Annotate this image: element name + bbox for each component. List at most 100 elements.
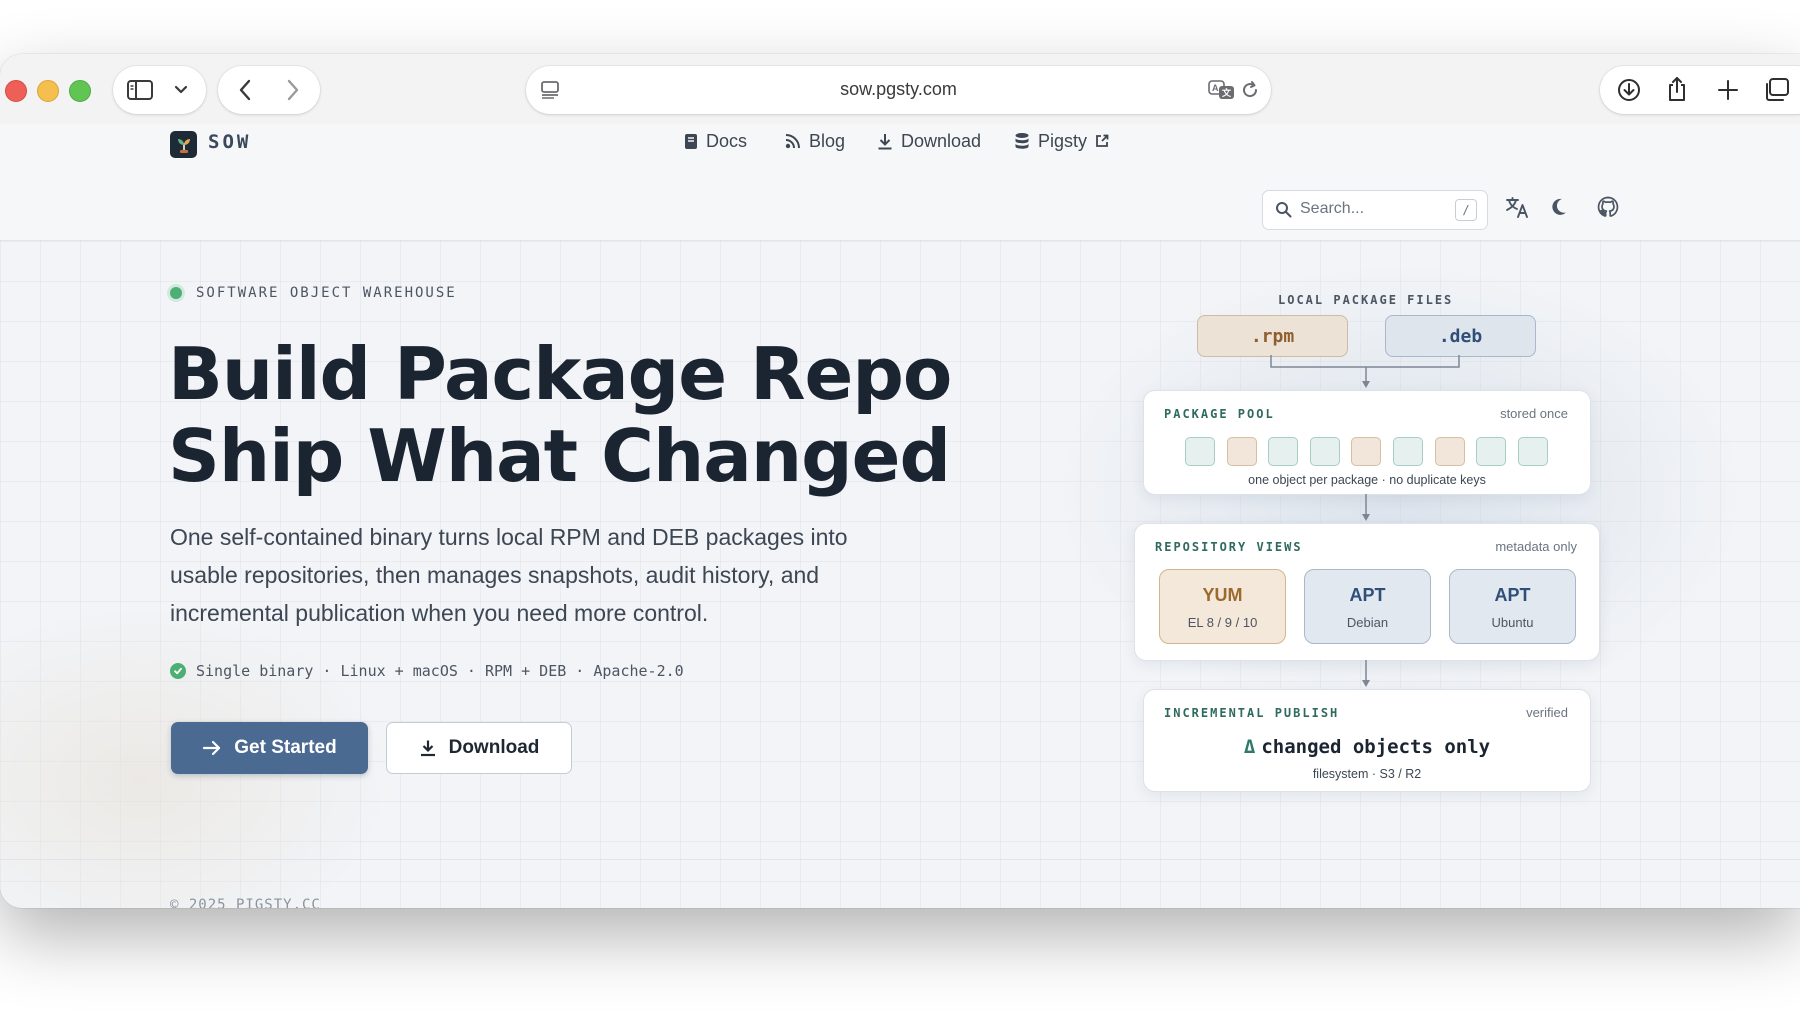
local-files-label: LOCAL PACKAGE FILES: [1278, 293, 1454, 307]
pool-views-connector: [1362, 494, 1370, 521]
download-button-label: Download: [448, 737, 540, 758]
package-pool-title: PACKAGE POOL: [1164, 407, 1275, 421]
repository-views-note: metadata only: [1495, 539, 1577, 554]
repo-view-sub: Debian: [1346, 615, 1389, 630]
download-icon: [420, 740, 435, 757]
package-pool-card: PACKAGE POOL stored once one object per …: [1143, 390, 1591, 495]
repo-view-name: APT: [1349, 585, 1386, 605]
headline-line-1: Build Package Repo: [168, 332, 952, 416]
repo-view-apt-ubuntu: APT Ubuntu: [1449, 569, 1576, 644]
status-dot: [170, 287, 182, 299]
zoom-window-button[interactable]: [69, 80, 91, 102]
package-object-cell: [1185, 437, 1215, 466]
downloads-icon[interactable]: [1616, 77, 1642, 103]
hero-section: SOFTWARE OBJECT WAREHOUSE Build Package …: [0, 241, 1800, 908]
section-divider: [0, 859, 1800, 860]
site-header: SOW Docs Blog Download Pigsty Search... …: [0, 124, 1800, 241]
download-icon: [878, 133, 892, 149]
search-placeholder: Search...: [1300, 200, 1365, 217]
svg-text:文: 文: [1221, 87, 1232, 98]
search-shortcut-key: /: [1455, 199, 1477, 221]
rpm-file-chip: .rpm: [1197, 315, 1348, 357]
rss-icon: [785, 133, 800, 148]
nav-download-label: Download: [901, 130, 982, 151]
tabs-overview-icon[interactable]: [1763, 77, 1791, 103]
delta-symbol: Δ: [1243, 736, 1256, 758]
nav-pigsty-label: Pigsty: [1038, 130, 1088, 151]
incremental-publish-note: verified: [1526, 705, 1568, 720]
footer-copyright: © 2025 PIGSTY.CC: [170, 897, 321, 908]
repo-view-apt-debian: APT Debian: [1304, 569, 1431, 644]
language-icon[interactable]: [1503, 193, 1531, 221]
browser-window: sow.pgsty.com A文 SOW Docs Blog Download …: [0, 54, 1800, 908]
dark-mode-icon[interactable]: [1548, 193, 1576, 221]
package-object-cell: [1268, 437, 1299, 466]
package-object-cell: [1393, 437, 1423, 466]
forward-icon[interactable]: [280, 77, 306, 103]
hero-headline: Build Package Repo Ship What Changed: [168, 332, 952, 498]
get-started-button[interactable]: Get Started: [171, 722, 368, 774]
minimize-window-button[interactable]: [37, 80, 59, 102]
sidebar-icon[interactable]: [125, 77, 155, 103]
get-started-label: Get Started: [234, 737, 337, 758]
hero-features-text: Single binary · Linux + macOS · RPM + DE…: [196, 662, 684, 680]
package-pool-caption: one object per package · no duplicate ke…: [1248, 473, 1486, 487]
incremental-publish-title: INCREMENTAL PUBLISH: [1164, 706, 1340, 720]
deb-file-chip: .deb: [1385, 315, 1536, 357]
package-object-cell: [1309, 437, 1340, 466]
new-tab-icon[interactable]: [1715, 77, 1741, 103]
reload-icon[interactable]: [1238, 78, 1262, 102]
nav-pigsty[interactable]: Pigsty: [1014, 128, 1109, 154]
download-button[interactable]: Download: [386, 722, 572, 774]
repo-view-name: YUM: [1202, 585, 1243, 605]
package-pool-note: stored once: [1500, 406, 1568, 421]
nav-docs-label: Docs: [706, 130, 748, 151]
site-logo-text[interactable]: SOW: [208, 131, 251, 153]
check-circle-icon: [170, 663, 186, 679]
hero-eyebrow-text: SOFTWARE OBJECT WAREHOUSE: [196, 285, 457, 301]
toolbar-actions: [1600, 66, 1800, 114]
package-object-cell: [1476, 437, 1507, 466]
address-bar[interactable]: sow.pgsty.com A文: [526, 66, 1271, 114]
repo-view-yum: YUM EL 8 / 9 / 10: [1159, 569, 1286, 644]
close-window-button[interactable]: [5, 80, 27, 102]
history-controls: [218, 66, 320, 114]
github-icon[interactable]: [1594, 193, 1622, 221]
package-object-cell: [1517, 437, 1548, 466]
back-icon[interactable]: [232, 77, 258, 103]
site-search-input[interactable]: Search... /: [1262, 190, 1488, 230]
sow-logo-icon[interactable]: [170, 131, 197, 158]
repository-views-title: REPOSITORY VIEWS: [1155, 540, 1303, 554]
nav-blog[interactable]: Blog: [784, 128, 845, 154]
publish-targets: filesystem · S3 / R2: [1312, 767, 1422, 781]
hero-features: Single binary · Linux + macOS · RPM + DE…: [170, 662, 684, 680]
share-icon[interactable]: [1664, 75, 1690, 103]
package-object-cell: [1351, 437, 1382, 466]
headline-line-2: Ship What Changed: [168, 414, 951, 498]
translate-icon[interactable]: A文: [1207, 78, 1237, 102]
publish-main-text: Δchanged objects only: [1144, 736, 1590, 758]
nav-download[interactable]: Download: [877, 128, 981, 154]
search-icon: [1276, 202, 1292, 218]
hero-description: One self-contained binary turns local RP…: [170, 524, 848, 626]
views-publish-connector: [1362, 660, 1370, 687]
publish-main-label: changed objects only: [1261, 736, 1491, 758]
nav-blog-label: Blog: [809, 130, 846, 151]
nav-docs[interactable]: Docs: [684, 128, 747, 154]
arrow-right-icon: [203, 740, 221, 756]
svg-text:A: A: [1212, 83, 1219, 93]
incremental-publish-card: INCREMENTAL PUBLISH verified Δchanged ob…: [1143, 689, 1591, 792]
url-text: sow.pgsty.com: [840, 79, 957, 99]
repo-view-sub: EL 8 / 9 / 10: [1187, 615, 1258, 630]
hero-eyebrow: SOFTWARE OBJECT WAREHOUSE: [170, 285, 457, 301]
repo-view-name: APT: [1494, 585, 1531, 605]
docs-icon: [685, 133, 697, 149]
repository-views-card: REPOSITORY VIEWS metadata only YUM EL 8 …: [1134, 523, 1600, 661]
sidebar-controls: [113, 66, 206, 114]
browser-toolbar: sow.pgsty.com A文: [0, 54, 1800, 124]
chevron-down-icon[interactable]: [169, 79, 193, 101]
repo-view-sub: Ubuntu: [1491, 615, 1534, 630]
external-link-icon: [1096, 134, 1109, 147]
package-object-cell: [1226, 437, 1257, 466]
package-object-cell: [1434, 437, 1465, 466]
